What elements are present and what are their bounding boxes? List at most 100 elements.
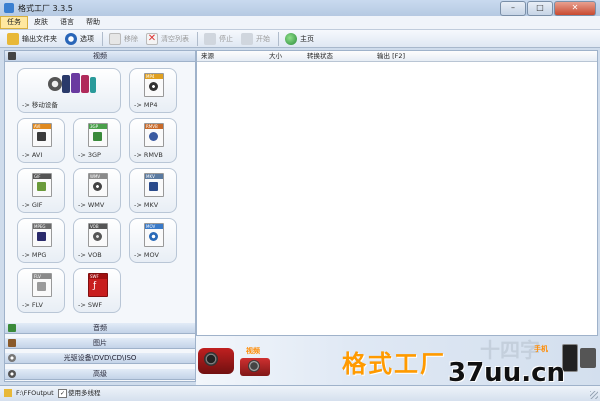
- tile-mpg[interactable]: MPEG -> MPG: [17, 218, 65, 263]
- section-audio[interactable]: 音频: [5, 323, 195, 334]
- tile-label: -> AVI: [22, 151, 43, 159]
- section-advanced[interactable]: 高级: [5, 369, 195, 380]
- options-icon: [65, 32, 77, 45]
- picture-icon: [8, 339, 16, 347]
- gear-icon: [8, 370, 16, 378]
- menu-language[interactable]: 语言: [54, 16, 80, 29]
- start-button[interactable]: 开始: [238, 31, 273, 47]
- clear-list-label: 清空列表: [161, 34, 189, 43]
- output-path[interactable]: F:\FFOutput: [16, 386, 54, 400]
- minimize-button[interactable]: –: [500, 1, 526, 16]
- tile-label: -> RMVB: [134, 151, 163, 159]
- stop-button[interactable]: 停止: [201, 31, 236, 47]
- tile-label: -> WMV: [78, 201, 105, 209]
- menu-skin[interactable]: 皮肤: [28, 16, 54, 29]
- home-button[interactable]: 主页: [282, 31, 317, 47]
- column-status[interactable]: 转换状态: [307, 51, 333, 61]
- output-folder-button[interactable]: 输出文件夹: [4, 31, 60, 47]
- tile-mp4[interactable]: MP4 -> MP4: [129, 68, 177, 113]
- tile-vob[interactable]: VOB -> VOB: [73, 218, 121, 263]
- section-video-label: 视频: [93, 52, 107, 60]
- options-button[interactable]: 选项: [62, 31, 97, 47]
- task-list[interactable]: 来源 大小 转换状态 输出 [F2]: [196, 50, 598, 336]
- tile-3gp[interactable]: 3GP -> 3GP: [73, 118, 121, 163]
- section-rom-label: 光驱设备\DVD\CD\ISO: [63, 354, 137, 362]
- toolbar-divider: [278, 31, 279, 46]
- section-picture-label: 图片: [93, 339, 107, 347]
- task-list-header: 来源 大小 转换状态 输出 [F2]: [197, 51, 597, 62]
- banner-phone-label: 手机: [534, 345, 548, 353]
- tile-label: -> MKV: [134, 201, 159, 209]
- mobile-devices-icon: [48, 73, 96, 97]
- remove-label: 移除: [124, 34, 138, 43]
- camera-lens: [248, 360, 260, 372]
- tile-gif[interactable]: GIF -> GIF: [17, 168, 65, 213]
- camcorder-lens: [204, 352, 218, 366]
- column-source[interactable]: 来源: [201, 51, 214, 61]
- app-icon: [4, 3, 14, 13]
- section-audio-label: 音频: [93, 324, 107, 332]
- section-advanced-label: 高级: [93, 370, 107, 378]
- toolbar: 输出文件夹 选项 移除 ✕ 清空列表 停止 开始 主页: [0, 30, 600, 48]
- clear-list-icon: ✕: [146, 32, 158, 45]
- stop-icon: [204, 32, 216, 45]
- tile-mkv[interactable]: MKV -> MKV: [129, 168, 177, 213]
- window-title: 格式工厂 3.3.5: [18, 4, 73, 13]
- start-icon: [241, 32, 253, 45]
- section-video[interactable]: 视频: [5, 51, 195, 62]
- 3gp-file-icon: 3GP: [88, 123, 108, 147]
- wmv-file-icon: WMV: [88, 173, 108, 197]
- mpg-file-icon: MPEG: [32, 223, 52, 247]
- maximize-button[interactable]: □: [527, 1, 553, 16]
- tile-label: -> FLV: [22, 301, 43, 309]
- resize-grip-icon[interactable]: [590, 391, 598, 399]
- tile-avi[interactable]: AVI -> AVI: [17, 118, 65, 163]
- options-label: 选项: [80, 34, 94, 43]
- section-rom-device[interactable]: 光驱设备\DVD\CD\ISO: [5, 353, 195, 364]
- tile-label: -> MPG: [22, 251, 47, 259]
- menu-bar: 任务 皮肤 语言 帮助: [0, 16, 600, 30]
- gif-file-icon: GIF: [32, 173, 52, 197]
- rmvb-file-icon: RMVB: [144, 123, 164, 147]
- device-icon: [580, 348, 596, 368]
- stop-label: 停止: [219, 34, 233, 43]
- close-button[interactable]: ✕: [554, 1, 596, 16]
- flv-file-icon: FLV: [32, 273, 52, 297]
- site-watermark: 37uu.cn: [448, 358, 565, 386]
- status-bar: F:\FFOutput ✓ 使用多线程: [0, 385, 600, 401]
- home-label: 主页: [300, 34, 314, 43]
- mov-file-icon: MOV: [144, 223, 164, 247]
- column-size[interactable]: 大小: [269, 51, 282, 61]
- multithread-label: 使用多线程: [68, 389, 101, 397]
- clear-list-button[interactable]: ✕ 清空列表: [143, 31, 192, 47]
- column-output[interactable]: 输出 [F2]: [377, 51, 405, 61]
- disc-icon: [8, 354, 16, 362]
- remove-icon: [109, 32, 121, 45]
- tile-flv[interactable]: FLV -> FLV: [17, 268, 65, 313]
- menu-task[interactable]: 任务: [0, 16, 28, 29]
- mp4-file-icon: MP4: [144, 73, 164, 97]
- output-folder-label: 输出文件夹: [22, 34, 57, 43]
- remove-button[interactable]: 移除: [106, 31, 141, 47]
- tile-mov[interactable]: MOV -> MOV: [129, 218, 177, 263]
- swf-file-icon: SWF ƒ: [88, 273, 108, 297]
- tile-wmv[interactable]: WMV -> WMV: [73, 168, 121, 213]
- brand-banner: 视频 格式工厂 十四字 手机 37uu.cn: [196, 336, 600, 386]
- tile-label: -> 3GP: [78, 151, 101, 159]
- tile-mobile-device[interactable]: -> 移动设备: [17, 68, 121, 113]
- section-picture[interactable]: 图片: [5, 338, 195, 349]
- folder-icon: [7, 32, 19, 45]
- menu-help[interactable]: 帮助: [80, 16, 106, 29]
- avi-file-icon: AVI: [32, 123, 52, 147]
- tile-swf[interactable]: SWF ƒ -> SWF: [73, 268, 121, 313]
- multithread-checkbox[interactable]: ✓: [58, 389, 67, 398]
- toolbar-divider: [102, 31, 103, 46]
- conversion-panel: 视频 -> 移动设备 MP4 -> MP4 AVI -> AVI 3GP -> …: [4, 50, 196, 382]
- title-bar: 格式工厂 3.3.5 – □ ✕: [0, 0, 600, 17]
- tile-rmvb[interactable]: RMVB -> RMVB: [129, 118, 177, 163]
- tile-label: -> 移动设备: [22, 101, 58, 109]
- tile-label: -> MP4: [134, 101, 158, 109]
- music-note-icon: [8, 324, 16, 332]
- brand-logo-text: 格式工厂: [342, 349, 446, 378]
- folder-icon[interactable]: [4, 389, 12, 397]
